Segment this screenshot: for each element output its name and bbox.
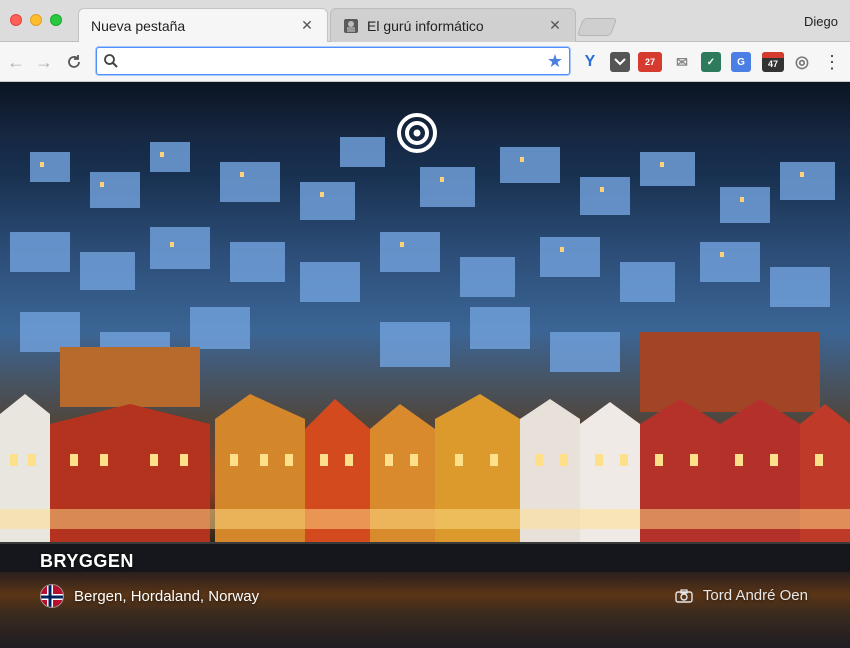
more-menu-icon[interactable]: ⋮ (822, 52, 842, 72)
close-icon[interactable]: ✕ (547, 17, 563, 34)
place-location[interactable]: Bergen, Hordaland, Norway (40, 584, 259, 608)
bookmark-star-icon[interactable]: ★ (547, 51, 563, 72)
date-extension-icon[interactable]: 47 (762, 52, 784, 72)
tab-strip: Nueva pestaña ✕ El gurú informático ✕ Di… (0, 0, 850, 42)
target-extension-icon[interactable]: ◎ (792, 52, 812, 72)
forward-arrow-icon[interactable]: → (34, 52, 54, 72)
location-text: Bergen, Hordaland, Norway (74, 587, 260, 605)
site-favicon-icon (343, 18, 359, 34)
date-badge: 47 (767, 59, 778, 69)
y-extension-icon[interactable]: Y (580, 52, 600, 72)
tab-nueva-pestana[interactable]: Nueva pestaña ✕ (78, 8, 328, 42)
photo-credit-name: Tord André Oen (702, 587, 808, 604)
window-maximize-button[interactable] (50, 14, 62, 26)
hillside-houses (10, 137, 835, 412)
translate-extension-icon[interactable]: G (731, 52, 751, 72)
address-input[interactable] (125, 51, 545, 71)
back-arrow-icon[interactable]: ← (6, 52, 26, 72)
harbor-buildings (0, 394, 850, 544)
target-logo-icon (397, 113, 437, 153)
calendar-extension-icon[interactable]: 27 (638, 52, 662, 72)
address-bar[interactable]: ★ (96, 47, 570, 75)
window-minimize-button[interactable] (30, 14, 42, 26)
close-icon[interactable]: ✕ (299, 17, 315, 34)
norway-flag-icon (40, 584, 64, 608)
photo-credit[interactable]: Tord André Oen (675, 587, 808, 604)
calendar-badge: 27 (644, 57, 655, 67)
browser-toolbar: ← → ★ Y 27 ✉ ✓ G 47 ◎ ⋮ (0, 42, 850, 82)
search-icon (104, 54, 118, 68)
pocket-extension-icon[interactable] (610, 52, 630, 72)
camera-icon (675, 588, 693, 603)
tab-label: Nueva pestaña (91, 17, 186, 34)
checkmark-extension-icon[interactable]: ✓ (701, 52, 721, 72)
profile-name[interactable]: Diego (804, 14, 838, 29)
tab-el-guru-informatico[interactable]: El gurú informático ✕ (330, 8, 576, 42)
place-title[interactable]: BRYGGEN (40, 551, 134, 572)
reload-icon[interactable] (64, 52, 84, 72)
window-close-button[interactable] (10, 14, 22, 26)
new-tab-button[interactable] (576, 18, 618, 36)
tab-label: El gurú informático (367, 17, 484, 34)
mail-extension-icon[interactable]: ✉ (672, 52, 692, 72)
